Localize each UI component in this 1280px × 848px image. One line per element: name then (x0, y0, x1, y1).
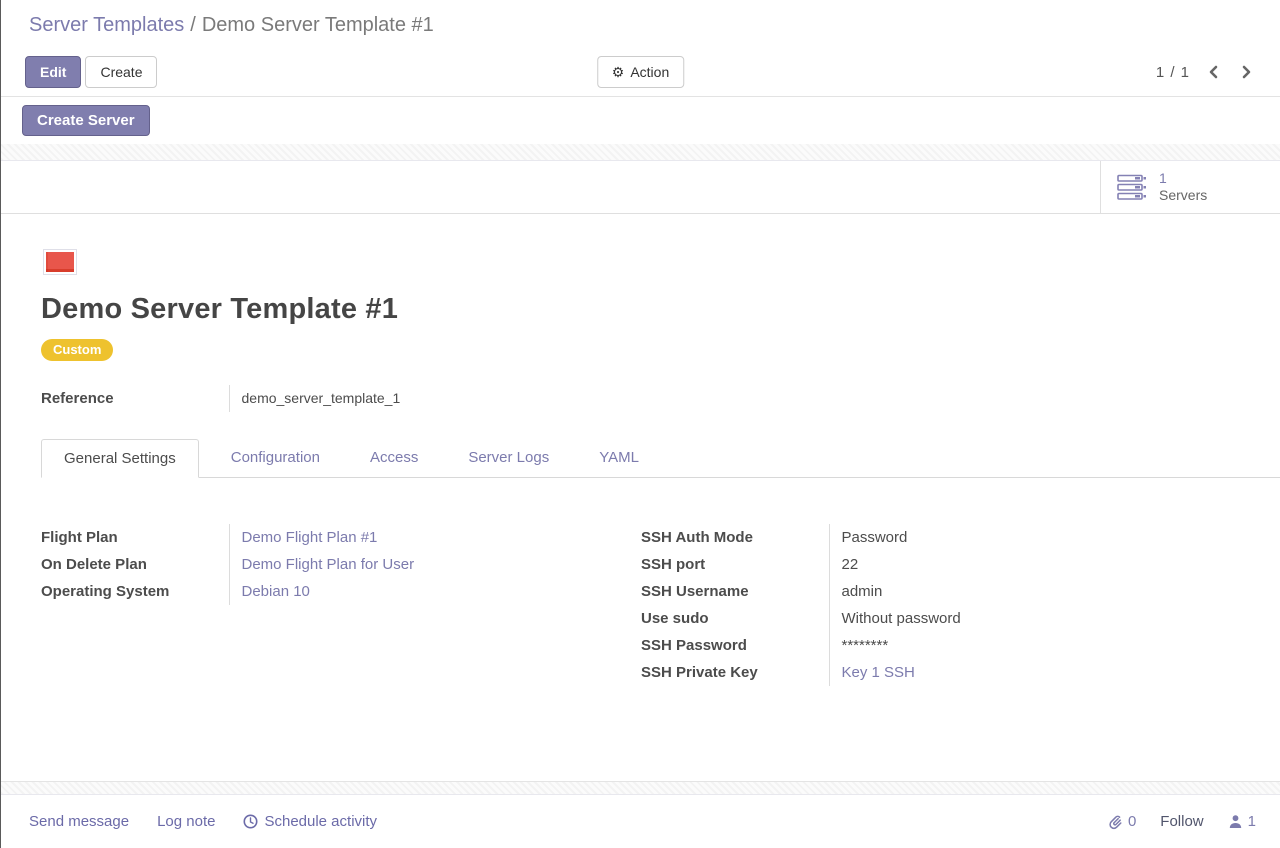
field-group-left: Flight Plan Demo Flight Plan #1 On Delet… (41, 524, 489, 605)
field-row: SSH Private Key Key 1 SSH (641, 659, 1089, 686)
log-note-button[interactable]: Log note (157, 813, 215, 830)
paperclip-icon (1108, 814, 1123, 830)
gear-icon: ⚙ (612, 64, 625, 81)
field-row: Use sudo Without password (641, 605, 1089, 632)
ssh-private-key-value[interactable]: Key 1 SSH (829, 659, 1089, 686)
reference-label: Reference (41, 385, 229, 412)
ssh-username-label: SSH Username (641, 578, 829, 605)
operating-system-label: Operating System (41, 578, 229, 605)
form-sheet: Demo Server Template #1 Custom Reference… (1, 214, 1280, 781)
use-sudo-value: Without password (829, 605, 1089, 632)
on-delete-plan-value[interactable]: Demo Flight Plan for User (229, 551, 489, 578)
ssh-port-value: 22 (829, 551, 1089, 578)
field-row: Operating System Debian 10 (41, 578, 489, 605)
chevron-right-icon[interactable] (1237, 61, 1256, 83)
field-row: SSH port 22 (641, 551, 1089, 578)
flight-plan-value[interactable]: Demo Flight Plan #1 (229, 524, 489, 551)
reference-group: Reference demo_server_template_1 (41, 385, 489, 412)
tab-content: Flight Plan Demo Flight Plan #1 On Delet… (41, 524, 1280, 686)
on-delete-plan-label: On Delete Plan (41, 551, 229, 578)
breadcrumb-parent-link[interactable]: Server Templates (29, 14, 184, 36)
field-group-right: SSH Auth Mode Password SSH port 22 SSH U… (641, 524, 1089, 686)
page: Server Templates / Demo Server Template #1… (0, 0, 1280, 848)
tab-general-settings[interactable]: General Settings (41, 439, 199, 478)
breadcrumb-current: Demo Server Template #1 (202, 14, 434, 36)
ssh-port-label: SSH port (641, 551, 829, 578)
breadcrumb: Server Templates / Demo Server Template #1 (1, 0, 1280, 48)
create-server-button[interactable]: Create Server (22, 105, 150, 136)
ssh-auth-mode-value: Password (829, 524, 1089, 551)
record-title: Demo Server Template #1 (41, 293, 1280, 326)
attachments-button[interactable]: 0 (1108, 813, 1136, 830)
use-sudo-label: Use sudo (641, 605, 829, 632)
reference-value: demo_server_template_1 (229, 385, 489, 412)
field-row: SSH Username admin (641, 578, 1089, 605)
followers-count: 1 (1248, 813, 1256, 830)
chevron-left-icon[interactable] (1204, 61, 1223, 83)
field-row: SSH Password ******** (641, 632, 1089, 659)
tab-yaml[interactable]: YAML (581, 439, 657, 477)
send-message-button[interactable]: Send message (29, 813, 129, 830)
field-row: On Delete Plan Demo Flight Plan for User (41, 551, 489, 578)
servers-count: 1 (1159, 170, 1207, 187)
servers-stat-button[interactable]: 1 Servers (1100, 161, 1280, 213)
record-image-fill (46, 252, 74, 272)
field-row: SSH Auth Mode Password (641, 524, 1089, 551)
follow-button[interactable]: Follow (1160, 813, 1203, 830)
clock-icon (243, 814, 258, 829)
chatter-bar: Send message Log note Schedule activity (1, 795, 1280, 848)
field-row: Flight Plan Demo Flight Plan #1 (41, 524, 489, 551)
followers-button[interactable]: 1 (1228, 813, 1256, 830)
record-image[interactable] (43, 249, 77, 275)
form-view: 1 Servers Demo Server Template #1 Custom… (1, 161, 1280, 781)
custom-badge: Custom (41, 339, 113, 361)
breadcrumb-separator: / (190, 14, 196, 36)
ssh-password-label: SSH Password (641, 632, 829, 659)
ssh-username-value: admin (829, 578, 1089, 605)
ssh-private-key-label: SSH Private Key (641, 659, 829, 686)
field-row: Reference demo_server_template_1 (41, 385, 489, 412)
person-icon (1228, 814, 1243, 829)
object-buttons-row: Create Server (1, 97, 1280, 144)
operating-system-value[interactable]: Debian 10 (229, 578, 489, 605)
action-button[interactable]: ⚙Action (597, 56, 684, 88)
button-box: 1 Servers (1, 161, 1280, 214)
pager: 1 / 1 (1156, 61, 1256, 83)
ssh-password-value: ******** (829, 632, 1089, 659)
tab-access[interactable]: Access (352, 439, 436, 477)
tab-server-logs[interactable]: Server Logs (450, 439, 567, 477)
background-stripe (1, 144, 1280, 161)
pager-text: 1 / 1 (1156, 64, 1190, 81)
control-panel: Edit Create ⚙Action 1 / 1 (1, 48, 1280, 97)
ssh-auth-mode-label: SSH Auth Mode (641, 524, 829, 551)
background-stripe (1, 781, 1280, 795)
tab-strip: General Settings Configuration Access Se… (41, 439, 1280, 478)
schedule-activity-button[interactable]: Schedule activity (243, 813, 377, 830)
flight-plan-label: Flight Plan (41, 524, 229, 551)
servers-label: Servers (1159, 187, 1207, 204)
attachments-count: 0 (1128, 813, 1136, 830)
servers-icon (1117, 174, 1147, 201)
tab-configuration[interactable]: Configuration (213, 439, 338, 477)
create-button[interactable]: Create (85, 56, 157, 88)
edit-button[interactable]: Edit (25, 56, 81, 88)
